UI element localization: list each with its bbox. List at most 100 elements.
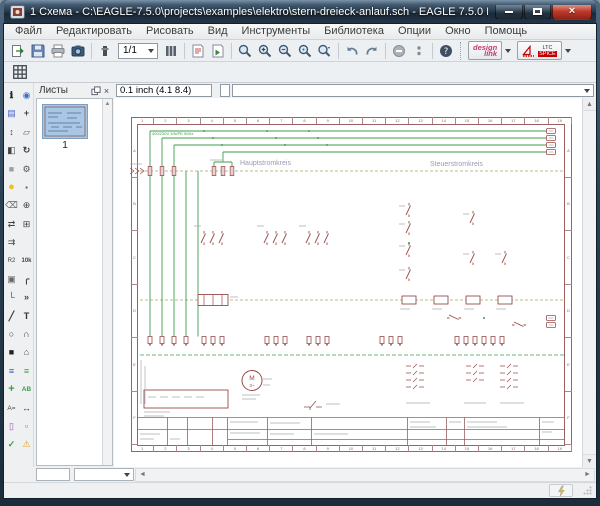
designlink-button[interactable]: designlink xyxy=(468,41,502,60)
maximize-button[interactable] xyxy=(524,5,551,20)
command-history-dropdown[interactable] xyxy=(584,89,590,93)
menu-item[interactable]: Библиотека xyxy=(317,24,391,39)
tool-port-icon[interactable]: ▫ xyxy=(20,420,33,433)
tool-gateswap-icon[interactable]: ⇉ xyxy=(5,236,18,249)
layers-button[interactable] xyxy=(161,41,181,61)
close-panel-button[interactable]: × xyxy=(101,85,112,96)
tool-move-icon[interactable]: ↕ xyxy=(5,126,18,139)
tool-polygon-icon[interactable]: ⌂ xyxy=(20,346,33,359)
resume-button[interactable] xyxy=(409,41,429,61)
tool-change-icon[interactable]: ⚙ xyxy=(20,163,33,176)
sheet-thumbnail[interactable]: 1 xyxy=(42,104,88,151)
tool-miter-icon[interactable]: ╭ xyxy=(20,273,33,286)
ltspice-dropdown[interactable] xyxy=(562,42,574,60)
board-button[interactable] xyxy=(95,41,115,61)
command-palette: ℹ◉▤+↕▱◧↻■⚙●▪⌫⊕⇄⊞⇉R210k▣╭└»╱T○∩■⌂≡≡+ABA=↔… xyxy=(4,83,34,467)
tool-paste-icon[interactable]: ▪ xyxy=(20,181,33,194)
tool-bus-icon[interactable]: ≡ xyxy=(5,365,18,378)
simulate-button[interactable] xyxy=(549,484,573,497)
zoom-select-button[interactable] xyxy=(315,41,335,61)
undo-button[interactable] xyxy=(342,41,362,61)
menu-item[interactable]: Вид xyxy=(201,24,235,39)
menu-item[interactable]: Опции xyxy=(391,24,438,39)
undock-panel-button[interactable] xyxy=(90,85,101,96)
sheets-panel-header[interactable]: Листы × xyxy=(34,83,114,98)
zoom-out-button[interactable] xyxy=(275,41,295,61)
close-button[interactable]: × xyxy=(552,5,592,20)
tool-label-icon[interactable]: AB xyxy=(20,383,33,396)
tool-mark-icon[interactable]: + xyxy=(20,107,33,120)
tool-info-icon[interactable]: ℹ xyxy=(5,89,18,102)
scroll-left-icon[interactable]: ◄ xyxy=(136,471,149,478)
main-circuit-label: Hauptstromkreis xyxy=(240,160,291,167)
toolbar-separator xyxy=(184,43,185,59)
tool-mirror-icon[interactable]: ◧ xyxy=(5,144,18,157)
tool-module-icon[interactable]: ▯ xyxy=(5,420,18,433)
print-button[interactable] xyxy=(48,41,68,61)
tool-dimension-icon[interactable]: ↔ xyxy=(20,402,33,415)
frame-column-label: 10 xyxy=(340,117,363,124)
tool-attribute-icon[interactable]: A= xyxy=(5,402,18,415)
tool-text-icon[interactable]: T xyxy=(20,310,33,323)
horizontal-scrollbar[interactable]: ◄ ► xyxy=(135,468,595,482)
zoom-fit-button[interactable] xyxy=(235,41,255,61)
tool-net-icon[interactable]: ≡ xyxy=(20,365,33,378)
script-button[interactable] xyxy=(188,41,208,61)
tool-smash-icon[interactable]: ▣ xyxy=(5,273,18,286)
sheet-select-combo[interactable]: 1/1 xyxy=(118,43,158,59)
menu-item[interactable]: Инструменты xyxy=(235,24,318,39)
resize-grip[interactable] xyxy=(583,486,592,495)
save-button[interactable] xyxy=(28,41,48,61)
tool-group-icon[interactable]: ■ xyxy=(5,163,18,176)
sheets-scrollbar[interactable]: ▲ xyxy=(102,99,112,465)
minimize-button[interactable] xyxy=(495,5,523,20)
panel-footer-box xyxy=(36,468,70,481)
tool-junction-icon[interactable]: + xyxy=(5,383,18,396)
scroll-right-icon[interactable]: ► xyxy=(581,471,594,478)
tool-rotate-icon[interactable]: ↻ xyxy=(20,144,33,157)
menu-item[interactable]: Файл xyxy=(8,24,49,39)
tool-bend-icon[interactable]: » xyxy=(20,291,33,304)
scroll-down-icon[interactable]: ▼ xyxy=(583,454,596,467)
tool-wire-icon[interactable]: ╱ xyxy=(5,310,18,323)
scroll-up-icon[interactable]: ▲ xyxy=(583,98,596,111)
tool-cut-icon[interactable]: ● xyxy=(5,181,18,194)
tool-invoke-icon[interactable]: ⊞ xyxy=(20,218,33,231)
designlink-dropdown[interactable] xyxy=(502,42,514,60)
tool-errors-icon[interactable]: ⚠ xyxy=(20,438,33,451)
menu-item[interactable]: Помощь xyxy=(478,24,535,39)
panel-combo[interactable] xyxy=(74,468,134,481)
tool-arc-icon[interactable]: ∩ xyxy=(20,328,33,341)
tool-add-icon[interactable]: ⊕ xyxy=(20,199,33,212)
schematic-canvas[interactable]: M 3~ xyxy=(114,98,582,467)
zoom-redraw-button[interactable] xyxy=(295,41,315,61)
open-button[interactable] xyxy=(8,41,28,61)
menu-item[interactable]: Редактировать xyxy=(49,24,139,39)
command-input[interactable] xyxy=(233,85,584,96)
run-ulp-button[interactable] xyxy=(208,41,228,61)
redo-button[interactable] xyxy=(362,41,382,61)
tool-pinswap-icon[interactable]: ⇄ xyxy=(5,218,18,231)
help-button[interactable]: ? xyxy=(436,41,456,61)
stop-button[interactable] xyxy=(389,41,409,61)
grid-button[interactable] xyxy=(10,62,30,82)
titlebar[interactable]: 1 Схема - C:\EAGLE-7.5.0\projects\exampl… xyxy=(4,0,596,24)
menu-item[interactable]: Рисовать xyxy=(139,24,201,39)
chevron-down-icon xyxy=(124,473,130,477)
tool-split-icon[interactable]: └ xyxy=(5,291,18,304)
tool-display-icon[interactable]: ▤ xyxy=(5,107,18,120)
zoom-in-button[interactable] xyxy=(255,41,275,61)
tool-show-icon[interactable]: ◉ xyxy=(20,89,33,102)
tool-name-icon[interactable]: R2 xyxy=(5,255,18,268)
menu-item[interactable]: Окно xyxy=(438,24,478,39)
vertical-scrollbar[interactable]: ▲ ▼ xyxy=(582,98,596,467)
tool-value-icon[interactable]: 10k xyxy=(20,255,33,268)
tool-rect-icon[interactable]: ■ xyxy=(5,346,18,359)
ltspice-button[interactable]: LTCSPICE xyxy=(517,41,562,60)
tool-erc-icon[interactable]: ✓ xyxy=(5,438,18,451)
tool-delete-icon[interactable]: ⌫ xyxy=(5,199,18,212)
toolbar-separator xyxy=(385,43,386,59)
tool-copy-icon[interactable]: ▱ xyxy=(20,126,33,139)
tool-circle-icon[interactable]: ○ xyxy=(5,328,18,341)
export-image-button[interactable] xyxy=(68,41,88,61)
